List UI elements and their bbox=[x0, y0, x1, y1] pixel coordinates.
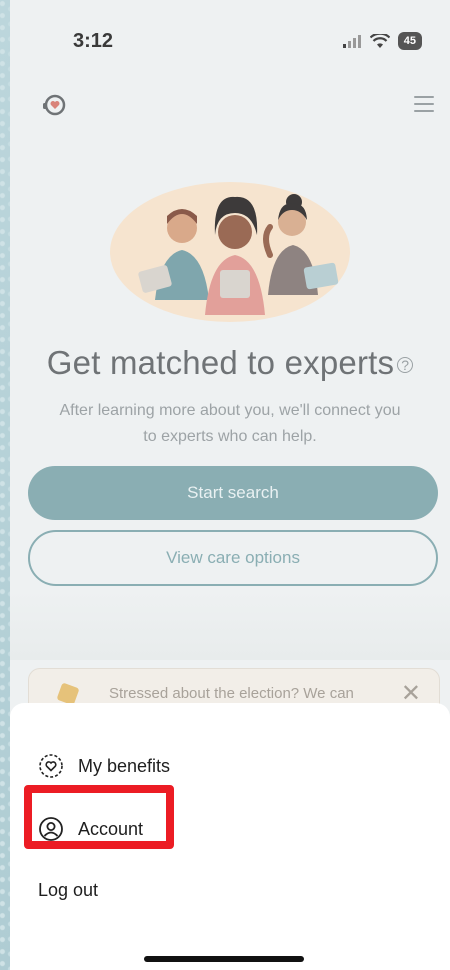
hamburger-menu-icon[interactable] bbox=[414, 96, 434, 114]
battery-indicator: 45 bbox=[397, 32, 422, 50]
status-icons: 45 bbox=[342, 32, 422, 50]
banner-text: Stressed about the election? We can bbox=[109, 685, 354, 702]
page-title: Get matched to experts? bbox=[10, 344, 450, 382]
experts-illustration bbox=[138, 194, 339, 315]
help-icon[interactable]: ? bbox=[397, 357, 414, 374]
start-search-button[interactable]: Start search bbox=[28, 466, 438, 520]
menu-item-my-benefits[interactable]: My benefits bbox=[38, 753, 170, 779]
menu-bottom-sheet: My benefits Account Log out bbox=[10, 703, 450, 970]
menu-item-label: Account bbox=[78, 818, 144, 839]
subtitle-line-1: After learning more about you, we'll con… bbox=[59, 402, 401, 419]
status-bar: 3:12 45 bbox=[10, 0, 450, 80]
app-logo-icon bbox=[43, 94, 66, 116]
status-time: 3:12 bbox=[73, 30, 114, 52]
page-subtitle: After learning more about you, we'll con… bbox=[10, 398, 450, 450]
user-circle-icon bbox=[39, 817, 63, 841]
wifi-icon bbox=[369, 33, 390, 48]
section-divider bbox=[10, 590, 450, 660]
menu-item-label: Log out bbox=[38, 880, 99, 900]
menu-item-account[interactable]: Account bbox=[38, 816, 143, 842]
signal-icon bbox=[342, 35, 361, 48]
home-indicator bbox=[144, 956, 304, 962]
phone-screen: 3:12 45 Get matched to experts ? After l… bbox=[10, 0, 450, 970]
view-care-options-button[interactable]: View care options bbox=[28, 530, 438, 586]
subtitle-line-2: to experts who can help. bbox=[143, 428, 317, 445]
menu-item-log-out[interactable]: Log out bbox=[38, 880, 98, 901]
page-title-text: Get matched to experts bbox=[46, 344, 395, 381]
menu-item-label: My benefits bbox=[78, 755, 171, 776]
heart-badge-icon bbox=[39, 754, 63, 778]
